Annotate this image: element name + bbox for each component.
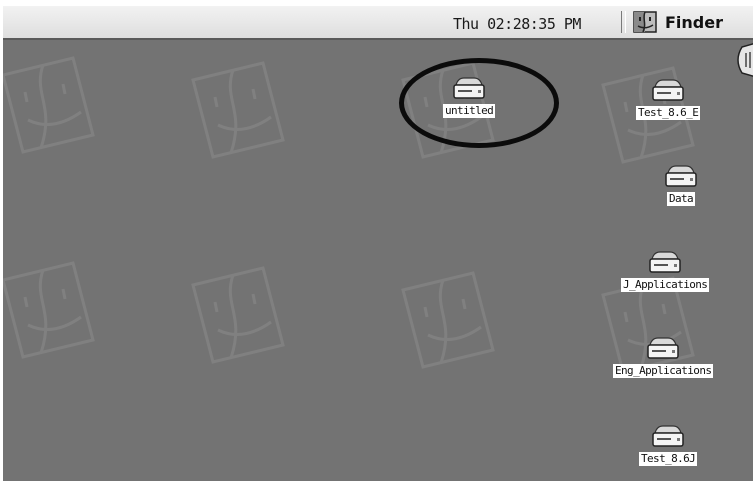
drive-test-8-6-e[interactable]: Test_8.6_E [636,78,701,120]
hard-drive-icon [647,337,679,359]
drive-eng-applications[interactable]: Eng_Applications [613,336,714,378]
menu-bar-clock[interactable]: Thu 02:28:35 PM [453,15,581,33]
finder-icon [633,11,657,33]
hard-drive-icon [652,79,684,101]
drive-data[interactable]: Data [664,164,698,206]
menu-bar: Thu 02:28:35 PM Finder [3,6,753,40]
drive-test-8-6j[interactable]: Test_8.6J [639,424,698,466]
highlight-circle [399,58,559,148]
mac-os-screen: Thu 02:28:35 PM Finder untitled Test_8.6… [0,0,753,481]
drive-j-applications[interactable]: J_Applications [621,250,710,292]
drive-label: Test_8.6_E [636,106,701,120]
collapsed-tab-icon[interactable] [732,43,753,77]
drive-label: Test_8.6J [639,452,698,466]
finder-face-icon [401,271,495,369]
finder-face-icon [191,61,285,159]
finder-face-icon [191,266,285,364]
drive-label: J_Applications [621,278,710,292]
menu-bar-divider [621,11,626,33]
application-menu[interactable]: Finder [633,10,723,34]
application-menu-label: Finder [665,12,723,32]
hard-drive-icon [649,251,681,273]
hard-drive-icon [652,425,684,447]
finder-face-icon [3,56,95,154]
desktop[interactable]: untitled Test_8.6_E Data J_Applications … [3,40,753,481]
drive-label: Data [666,192,696,206]
finder-face-icon [3,261,95,359]
drive-label: Eng_Applications [613,364,714,378]
hard-drive-icon [665,165,697,187]
